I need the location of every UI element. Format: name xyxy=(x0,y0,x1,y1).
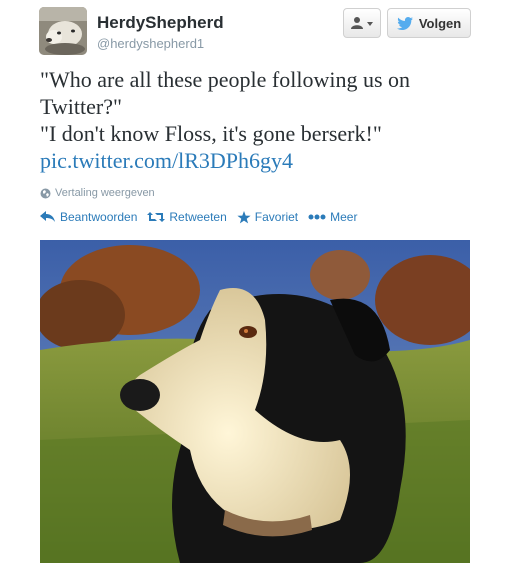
translate-link[interactable]: Vertaling weergeven xyxy=(40,187,155,199)
user-fullname[interactable]: HerdyShepherd xyxy=(97,13,224,33)
user-handle[interactable]: @herdyshepherd1 xyxy=(97,35,224,53)
tweet-photo[interactable] xyxy=(40,240,470,563)
more-icon xyxy=(308,214,326,220)
retweet-icon xyxy=(147,212,166,222)
reply-label: Beantwoorden xyxy=(60,210,138,224)
dog-photo-image xyxy=(40,240,470,563)
tweet-actions: Beantwoorden Retweeten Favoriet Meer xyxy=(40,210,367,224)
user-icon xyxy=(351,17,373,29)
favorite-label: Favoriet xyxy=(254,210,299,224)
retweet-action[interactable]: Retweeten xyxy=(147,210,227,224)
reply-action[interactable]: Beantwoorden xyxy=(40,210,137,224)
user-actions-button[interactable] xyxy=(343,8,381,38)
retweet-label: Retweeten xyxy=(169,210,227,224)
avatar-image xyxy=(39,7,87,55)
tweet-line-1: "Who are all these people following us o… xyxy=(40,67,411,119)
twitter-bird-icon xyxy=(396,16,413,30)
avatar[interactable] xyxy=(39,7,87,55)
globe-icon xyxy=(40,188,51,198)
tweet-text: "Who are all these people following us o… xyxy=(40,66,490,174)
more-label: Meer xyxy=(330,210,358,224)
tweet-media-link[interactable]: pic.twitter.com/lR3DPh6gy4 xyxy=(40,148,293,173)
translate-label: Vertaling weergeven xyxy=(55,187,155,199)
caret-down-icon xyxy=(367,22,373,26)
follow-label: Volgen xyxy=(418,15,462,31)
tweet-line-2: "I don't know Floss, it's gone berserk!" xyxy=(40,121,382,146)
more-action[interactable]: Meer xyxy=(308,210,357,224)
star-icon xyxy=(237,210,251,223)
user-info[interactable]: HerdyShepherd @herdyshepherd1 xyxy=(97,13,224,53)
favorite-action[interactable]: Favoriet xyxy=(237,210,298,224)
follow-button[interactable]: Volgen xyxy=(387,8,471,38)
reply-icon xyxy=(40,211,55,222)
